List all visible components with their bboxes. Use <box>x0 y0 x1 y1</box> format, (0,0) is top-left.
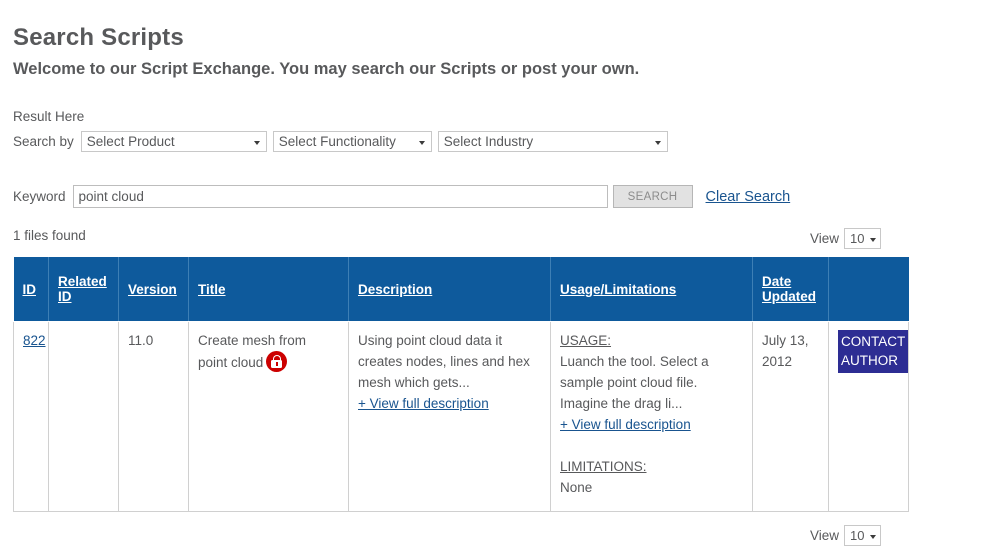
column-header-actions <box>828 257 909 322</box>
usage-heading: USAGE: <box>560 333 612 348</box>
description-text: Using point cloud data it creates nodes,… <box>358 333 530 390</box>
column-header-version[interactable]: Version <box>118 257 189 322</box>
keyword-input[interactable] <box>72 185 608 208</box>
contact-author-line2: AUTHOR <box>841 353 898 368</box>
view-page-size-value: 10 <box>850 528 865 543</box>
chevron-down-icon <box>870 534 877 539</box>
cell-title: Create mesh from point cloud <box>188 321 349 512</box>
keyword-row: Keyword SEARCH Clear Search <box>13 185 790 208</box>
column-header-date-updated[interactable]: Date Updated <box>752 257 829 322</box>
table-row: 822 11.0 Create mesh from point cloud Us… <box>13 321 909 512</box>
column-header-label: ID <box>22 281 37 297</box>
files-found-count: 1 files found <box>13 228 86 243</box>
column-header-id[interactable]: ID <box>13 257 49 322</box>
view-label: View <box>810 528 840 543</box>
column-header-usage-limitations[interactable]: Usage/Limitations <box>550 257 753 322</box>
chevron-down-icon <box>654 140 661 145</box>
column-header-description[interactable]: Description <box>348 257 551 322</box>
page-subtitle: Welcome to our Script Exchange. You may … <box>13 60 640 78</box>
view-page-size-value: 10 <box>850 231 865 246</box>
cell-related-id <box>48 321 119 512</box>
clear-search-link[interactable]: Clear Search <box>706 189 791 205</box>
cell-usage-limitations: USAGE: Luanch the tool. Select a sample … <box>550 321 753 512</box>
select-product-value: Select Product <box>86 134 175 149</box>
limitations-text: None <box>560 480 593 495</box>
select-functionality[interactable]: Select Functionality <box>272 131 432 152</box>
chevron-down-icon <box>418 140 425 145</box>
cell-date-updated: July 13, 2012 <box>752 321 829 512</box>
contact-author-button[interactable]: CONTACT AUTHOR <box>838 330 909 373</box>
chevron-down-icon <box>870 237 877 242</box>
view-label: View <box>810 231 840 246</box>
view-control-bottom: View 10 <box>810 525 882 546</box>
select-product[interactable]: Select Product <box>80 131 267 152</box>
view-page-size-select-bottom[interactable]: 10 <box>844 525 882 546</box>
limitations-heading: LIMITATIONS: <box>560 459 647 474</box>
cell-id: 822 <box>13 321 49 512</box>
search-button[interactable]: SEARCH <box>612 185 693 208</box>
contact-author-line1: CONTACT <box>841 334 906 349</box>
cell-version: 11.0 <box>118 321 189 512</box>
lock-icon <box>266 351 288 372</box>
column-header-related-id[interactable]: Related ID <box>48 257 119 322</box>
select-functionality-value: Select Functionality <box>278 134 396 149</box>
chevron-down-icon <box>253 140 260 145</box>
search-by-row: Search by Select Product Select Function… <box>13 131 674 152</box>
view-page-size-select-top[interactable]: 10 <box>844 228 882 249</box>
search-by-label: Search by <box>13 134 74 149</box>
column-header-label: Description <box>358 281 433 297</box>
column-header-label: Related ID <box>58 274 107 304</box>
column-header-label: Usage/Limitations <box>560 281 677 297</box>
result-here-label: Result Here <box>13 109 85 124</box>
column-header-label: Version <box>128 281 177 297</box>
cell-description: Using point cloud data it creates nodes,… <box>348 321 551 512</box>
select-industry[interactable]: Select Industry <box>437 131 668 152</box>
select-industry-value: Select Industry <box>443 134 534 149</box>
column-header-label: Date Updated <box>762 274 816 304</box>
table-header-row: ID Related ID Version Title Description … <box>13 257 909 322</box>
view-control-top: View 10 <box>810 228 882 249</box>
usage-text: Luanch the tool. Select a sample point c… <box>560 354 709 411</box>
script-title-text: Create mesh from point cloud <box>198 333 307 370</box>
results-table: ID Related ID Version Title Description … <box>13 257 909 512</box>
page-title: Search Scripts <box>13 24 184 51</box>
search-scripts-page: Search Scripts Welcome to our Script Exc… <box>0 0 1000 559</box>
view-full-description-link-usage[interactable]: + View full description <box>560 414 691 435</box>
keyword-label: Keyword <box>13 189 66 204</box>
script-id-link[interactable]: 822 <box>23 333 46 348</box>
view-full-description-link-description[interactable]: + View full description <box>358 393 489 414</box>
column-header-label: Title <box>198 281 226 297</box>
cell-contact-author: CONTACT AUTHOR <box>828 321 909 512</box>
column-header-title[interactable]: Title <box>188 257 349 322</box>
